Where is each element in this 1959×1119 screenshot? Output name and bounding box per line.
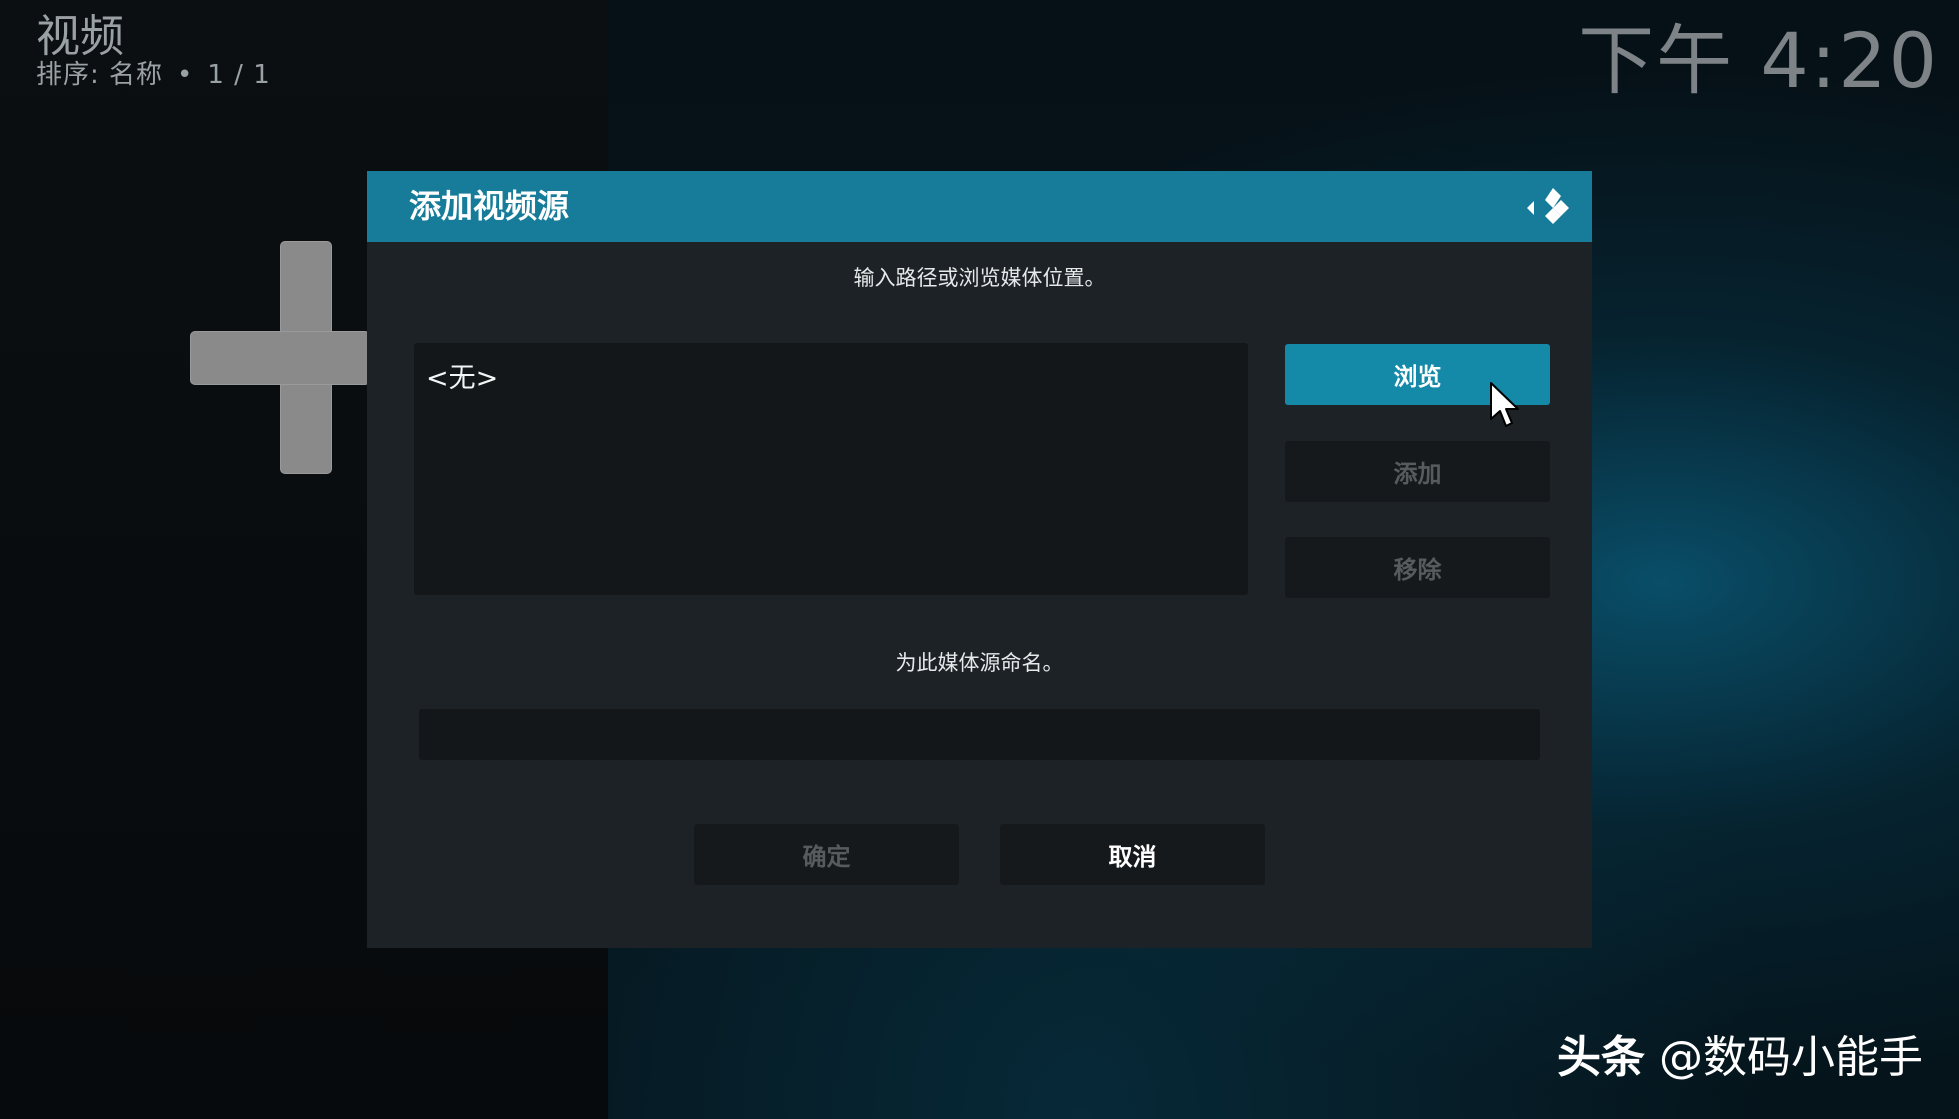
kodi-logo-icon [1527,188,1569,224]
plus-icon[interactable] [190,241,370,474]
watermark-brand: 头条 [1557,1032,1645,1083]
source-name-input[interactable] [419,709,1540,760]
plus-icon-horizontal-bar [190,331,370,385]
sort-label: 排序: 名称 [36,60,164,90]
watermark: 头条 @数码小能手 [1557,1030,1923,1086]
path-instruction: 输入路径或浏览媒体位置。 [853,266,1106,290]
watermark-handle: @数码小能手 [1659,1032,1923,1083]
mouse-cursor-icon [1490,382,1519,427]
ok-button[interactable]: 确定 [694,824,959,885]
dialog-title: 添加视频源 [409,187,570,225]
cancel-button[interactable]: 取消 [1000,824,1265,885]
sort-separator: • [177,60,194,90]
page-count: 1 / 1 [207,60,271,90]
source-name-label: 为此媒体源命名。 [895,651,1064,675]
clock: 下午 4:20 [1578,16,1939,105]
sort-info[interactable]: 排序: 名称 • 1 / 1 [36,58,271,92]
dialog-header: 添加视频源 [367,171,1592,242]
remove-button[interactable]: 移除 [1285,537,1550,598]
add-video-source-dialog: 添加视频源 输入路径或浏览媒体位置。 <无> 浏览 添加 移除 为此媒体源命名。… [367,171,1592,948]
add-button[interactable]: 添加 [1285,441,1550,502]
page-title: 视频 [36,11,124,62]
path-list-item[interactable]: <无> [426,361,498,397]
path-list[interactable]: <无> [414,343,1248,595]
